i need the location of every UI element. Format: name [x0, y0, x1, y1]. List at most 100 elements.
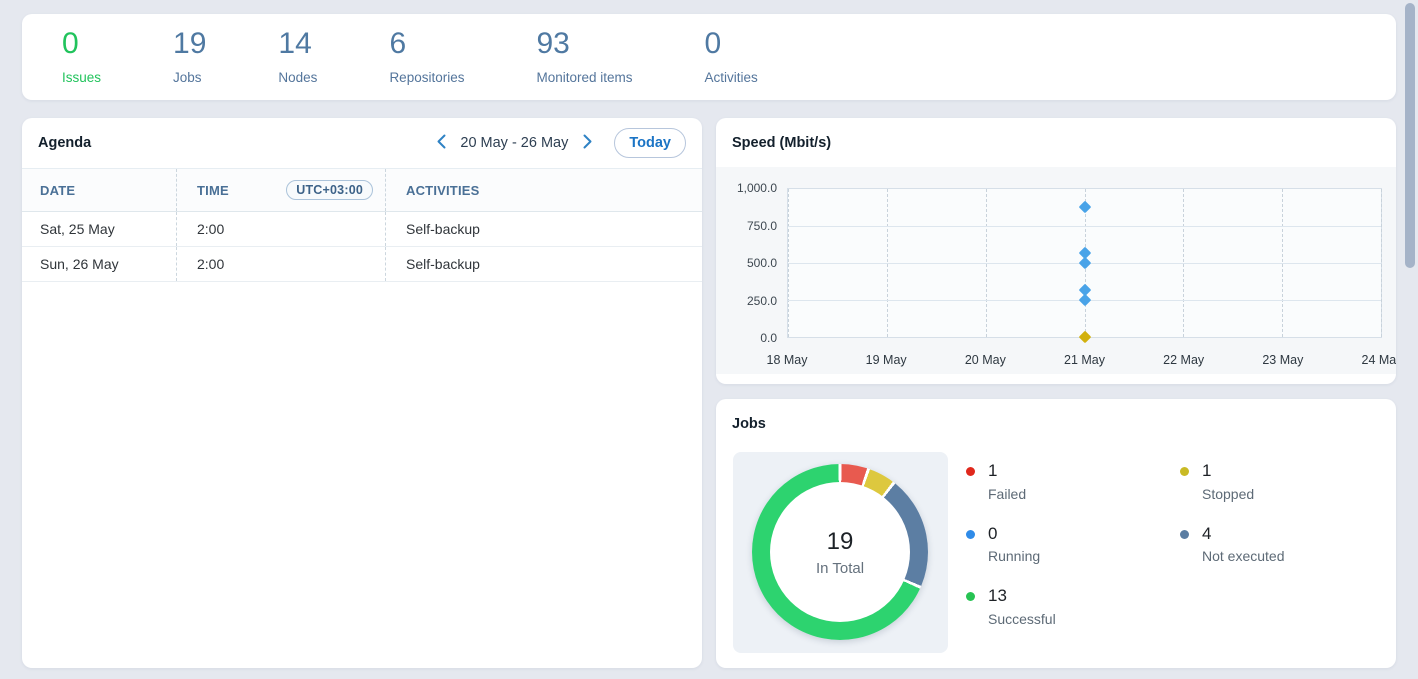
stat-value-monitored-items: 93: [536, 29, 632, 59]
legend-label-running: Running: [988, 548, 1056, 564]
jobs-donut-center: 19 In Total: [770, 482, 910, 622]
speed-plot: [787, 188, 1382, 338]
agenda-table: DATE TIME UTC+03:00 ACTIVITIES Sat, 25 M…: [22, 168, 702, 282]
stat-value-issues: 0: [62, 29, 101, 59]
x-tick-label: 22 May: [1163, 353, 1204, 367]
next-week-button[interactable]: [576, 130, 598, 156]
h-gridline: [788, 226, 1381, 227]
agenda-row-time: 2:00: [176, 247, 385, 281]
legend-item-successful: 13 Successful: [966, 587, 1056, 627]
x-tick-label: 18 May: [767, 353, 808, 367]
stat-label-jobs: Jobs: [173, 70, 206, 85]
jobs-header: Jobs: [716, 399, 1396, 449]
stat-item-issues[interactable]: 0 Issues: [62, 29, 101, 85]
chevron-right-icon: [583, 134, 592, 152]
legend-item-running: 0 Running: [966, 525, 1056, 565]
failed-dot-icon: [966, 467, 975, 476]
speed-data-point: [1078, 200, 1091, 213]
jobs-donut-chart: 19 In Total: [752, 464, 928, 640]
speed-x-axis: 18 May19 May20 May21 May22 May23 May24 M…: [787, 353, 1382, 369]
y-tick-label: 250.0: [747, 294, 777, 308]
today-button[interactable]: Today: [614, 128, 686, 158]
v-gridline: [1381, 189, 1382, 337]
stat-label-monitored-items: Monitored items: [536, 70, 632, 85]
stat-value-jobs: 19: [173, 29, 206, 59]
stat-label-nodes: Nodes: [278, 70, 317, 85]
agenda-row: Sun, 26 May 2:00 Self-backup: [22, 247, 702, 282]
stat-item-nodes[interactable]: 14 Nodes: [278, 29, 317, 85]
agenda-date-range: 20 May - 26 May: [460, 135, 568, 151]
legend-item-stopped: 1 Stopped: [1180, 462, 1285, 502]
jobs-total-value: 19: [827, 528, 854, 556]
x-tick-label: 23 May: [1262, 353, 1303, 367]
agenda-row-time: 2:00: [176, 212, 385, 246]
speed-panel: Speed (Mbit/s) 1,000.0 750.0 500.0 250.0 0.0…: [716, 118, 1396, 384]
agenda-title: Agenda: [38, 135, 91, 151]
speed-data-point: [1078, 294, 1091, 307]
successful-dot-icon: [966, 592, 975, 601]
speed-title: Speed (Mbit/s): [732, 135, 831, 151]
agenda-row: Sat, 25 May 2:00 Self-backup: [22, 212, 702, 247]
stat-item-jobs[interactable]: 19 Jobs: [173, 29, 206, 85]
jobs-legend-column-1: 1 Failed 0 Running 13 Successful: [966, 462, 1056, 627]
jobs-legend-column-2: 1 Stopped 4 Not executed: [1180, 462, 1285, 564]
jobs-panel: Jobs 19 In Total 1 Failed 0 Running 13 S…: [716, 399, 1396, 668]
speed-header: Speed (Mbit/s): [716, 118, 1396, 168]
speed-chart: 1,000.0 750.0 500.0 250.0 0.0 18 May 19 May 20…: [716, 167, 1396, 374]
legend-label-not-executed: Not executed: [1202, 548, 1285, 564]
agenda-row-date: Sat, 25 May: [22, 212, 176, 246]
legend-label-failed: Failed: [988, 486, 1056, 502]
stat-label-repositories: Repositories: [389, 70, 464, 85]
agenda-table-header: DATE TIME UTC+03:00 ACTIVITIES: [22, 168, 702, 212]
stat-item-activities[interactable]: 0 Activities: [705, 29, 758, 85]
column-header-activities: ACTIVITIES: [385, 169, 702, 211]
legend-value-running: 0: [988, 525, 1056, 544]
y-tick-label: 500.0: [747, 256, 777, 270]
agenda-row-activity: Self-backup: [385, 247, 702, 281]
agenda-date-nav: 20 May - 26 May Today: [430, 128, 686, 158]
stat-value-activities: 0: [705, 29, 758, 59]
stopped-dot-icon: [1180, 467, 1189, 476]
x-tick-label: 19 May: [866, 353, 907, 367]
x-tick-label: 24 May: [1362, 353, 1397, 367]
speed-y-axis: 1,000.0750.0500.0250.00.0: [716, 188, 777, 338]
legend-item-not-executed: 4 Not executed: [1180, 525, 1285, 565]
legend-label-stopped: Stopped: [1202, 486, 1285, 502]
legend-value-stopped: 1: [1202, 462, 1285, 481]
prev-week-button[interactable]: [430, 130, 452, 156]
stats-bar: 0 Issues 19 Jobs 14 Nodes 6 Repositories…: [22, 14, 1396, 100]
agenda-row-activity: Self-backup: [385, 212, 702, 246]
jobs-total-caption: In Total: [816, 560, 864, 577]
y-tick-label: 1,000.0: [737, 181, 777, 195]
y-tick-label: 0.0: [760, 331, 777, 345]
column-header-date: DATE: [22, 169, 176, 211]
y-tick-label: 750.0: [747, 219, 777, 233]
page-scrollbar-thumb[interactable]: [1405, 3, 1415, 268]
legend-value-failed: 1: [988, 462, 1056, 481]
jobs-donut-box: 19 In Total: [733, 452, 948, 653]
chevron-left-icon: [437, 134, 446, 152]
agenda-panel: Agenda 20 May - 26 May Today DATE TIME U…: [22, 118, 702, 668]
legend-label-successful: Successful: [988, 611, 1056, 627]
not-executed-dot-icon: [1180, 530, 1189, 539]
stat-value-repositories: 6: [389, 29, 464, 59]
column-header-time-label: TIME: [197, 183, 229, 198]
jobs-title: Jobs: [732, 416, 766, 432]
legend-item-failed: 1 Failed: [966, 462, 1056, 502]
speed-data-point: [1078, 257, 1091, 270]
stat-label-issues: Issues: [62, 70, 101, 85]
running-dot-icon: [966, 530, 975, 539]
column-header-time: TIME UTC+03:00: [176, 169, 385, 211]
stat-item-monitored-items[interactable]: 93 Monitored items: [536, 29, 632, 85]
legend-value-successful: 13: [988, 587, 1056, 606]
stat-item-repositories[interactable]: 6 Repositories: [389, 29, 464, 85]
agenda-row-date: Sun, 26 May: [22, 247, 176, 281]
x-tick-label: 21 May: [1064, 353, 1105, 367]
x-tick-label: 20 May: [965, 353, 1006, 367]
stat-value-nodes: 14: [278, 29, 317, 59]
utc-offset-badge: UTC+03:00: [286, 180, 373, 200]
speed-data-point: [1078, 331, 1091, 344]
stat-label-activities: Activities: [705, 70, 758, 85]
legend-value-not-executed: 4: [1202, 525, 1285, 544]
agenda-header: Agenda 20 May - 26 May Today: [22, 118, 702, 168]
